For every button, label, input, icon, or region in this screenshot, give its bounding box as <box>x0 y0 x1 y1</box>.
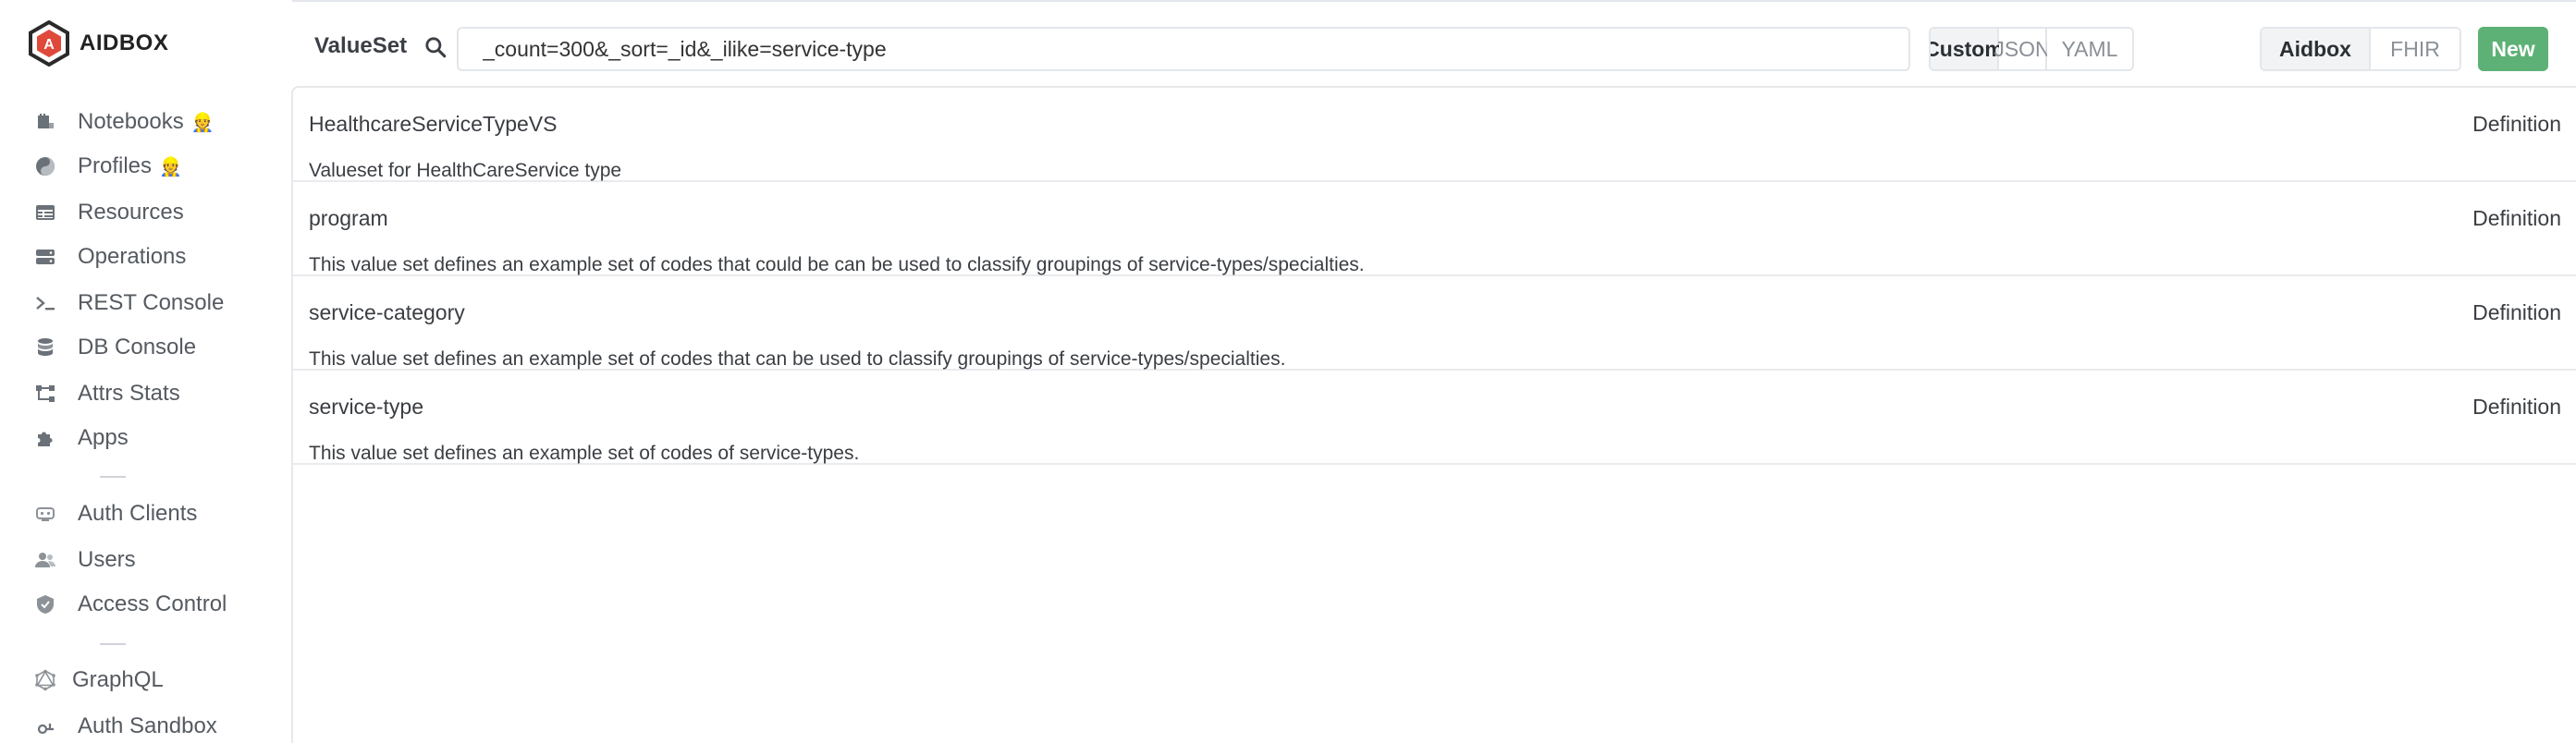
users-icon <box>33 548 57 572</box>
sidebar-item-resources[interactable]: Resources <box>33 194 184 231</box>
sidebar: A AIDBOX Notebooks 👷 Profiles 👷 Resource… <box>0 0 292 743</box>
sidebar-item-attrs-stats[interactable]: Attrs Stats <box>33 375 180 412</box>
brand[interactable]: A AIDBOX <box>28 20 168 67</box>
tab-fhir[interactable]: FHIR <box>2371 29 2459 69</box>
top-border <box>0 0 2576 2</box>
sidebar-item-profiles[interactable]: Profiles 👷 <box>33 148 182 185</box>
search-icon[interactable] <box>423 35 448 59</box>
sidebar-item-label: Users <box>78 547 136 572</box>
resources-icon <box>33 201 57 225</box>
new-button[interactable]: New <box>2478 27 2548 71</box>
sidebar-item-label: Auth Sandbox <box>78 713 217 738</box>
construction-worker-icon: 👷 <box>190 112 215 133</box>
terminal-icon <box>33 291 57 315</box>
tab-aidbox[interactable]: Aidbox <box>2262 29 2371 69</box>
result-description: This value set defines an example set of… <box>309 443 860 464</box>
list-item[interactable]: program Definition This value set define… <box>293 182 2576 276</box>
operations-icon <box>33 245 57 269</box>
sidebar-item-label: Notebooks <box>78 109 184 134</box>
result-name[interactable]: service-type <box>309 395 423 420</box>
list-item[interactable]: service-type Definition This value set d… <box>293 371 2576 465</box>
sidebar-divider <box>100 643 126 645</box>
sidebar-item-notebooks[interactable]: Notebooks 👷 <box>33 104 215 140</box>
sidebar-item-label: Resources <box>78 200 184 225</box>
result-type: Definition <box>2472 206 2561 230</box>
sidebar-item-label: DB Console <box>78 335 197 359</box>
result-description: This value set defines an example set of… <box>309 254 1365 275</box>
shield-icon <box>33 592 57 616</box>
result-name[interactable]: service-category <box>309 300 465 325</box>
notebook-icon <box>33 110 57 134</box>
construction-worker-icon: 👷 <box>159 156 182 177</box>
result-type: Definition <box>2472 112 2561 136</box>
auth-sandbox-icon <box>33 714 57 738</box>
sidebar-item-label: Profiles <box>78 153 153 178</box>
sidebar-item-label: Auth Clients <box>78 501 198 526</box>
sidebar-item-label: REST Console <box>78 290 225 315</box>
auth-clients-icon <box>33 502 57 526</box>
sidebar-item-label: Apps <box>78 425 129 450</box>
puzzle-icon <box>33 426 57 450</box>
sidebar-item-apps[interactable]: Apps <box>33 420 129 457</box>
result-name[interactable]: program <box>309 206 388 231</box>
aidbox-logo-icon: A <box>29 20 69 67</box>
format-switcher: Custom JSON YAML <box>1929 27 2134 71</box>
results-panel: HealthcareServiceTypeVS Definition Value… <box>291 86 2576 743</box>
sidebar-item-label: Operations <box>78 244 187 269</box>
sidebar-item-access-control[interactable]: Access Control <box>33 586 227 623</box>
search-query-input[interactable] <box>457 27 1910 71</box>
result-type: Definition <box>2472 300 2561 324</box>
sidebar-item-label: GraphQL <box>72 667 164 692</box>
svg-text:A: A <box>43 37 55 53</box>
sidebar-item-label: Access Control <box>78 591 227 616</box>
profiles-icon <box>33 154 57 178</box>
sidebar-item-operations[interactable]: Operations <box>33 238 186 275</box>
sidebar-item-users[interactable]: Users <box>33 542 136 579</box>
list-item[interactable]: HealthcareServiceTypeVS Definition Value… <box>293 88 2576 182</box>
sidebar-item-label: Attrs Stats <box>78 381 180 406</box>
attrs-stats-icon <box>33 382 57 406</box>
database-icon <box>33 335 57 359</box>
list-item[interactable]: service-category Definition This value s… <box>293 276 2576 371</box>
tab-custom[interactable]: Custom <box>1931 29 2004 69</box>
tab-json[interactable]: JSON <box>1993 29 2051 69</box>
sidebar-item-auth-sandbox[interactable]: Auth Sandbox <box>33 708 217 743</box>
sidebar-item-db-console[interactable]: DB Console <box>33 329 196 366</box>
result-description: Valueset for HealthCareService type <box>309 160 622 181</box>
sidebar-divider <box>100 476 126 478</box>
sidebar-item-graphql[interactable]: GraphQL <box>33 662 164 699</box>
sidebar-item-rest-console[interactable]: REST Console <box>33 285 224 322</box>
sidebar-item-auth-clients[interactable]: Auth Clients <box>33 495 197 532</box>
result-description: This value set defines an example set of… <box>309 348 1286 370</box>
graphql-icon <box>33 668 57 692</box>
result-type: Definition <box>2472 395 2561 419</box>
result-name[interactable]: HealthcareServiceTypeVS <box>309 112 557 137</box>
mode-switcher: Aidbox FHIR <box>2260 27 2461 71</box>
tab-yaml[interactable]: YAML <box>2047 29 2132 69</box>
brand-name: AIDBOX <box>80 30 169 55</box>
resource-type-title[interactable]: ValueSet <box>314 33 407 59</box>
